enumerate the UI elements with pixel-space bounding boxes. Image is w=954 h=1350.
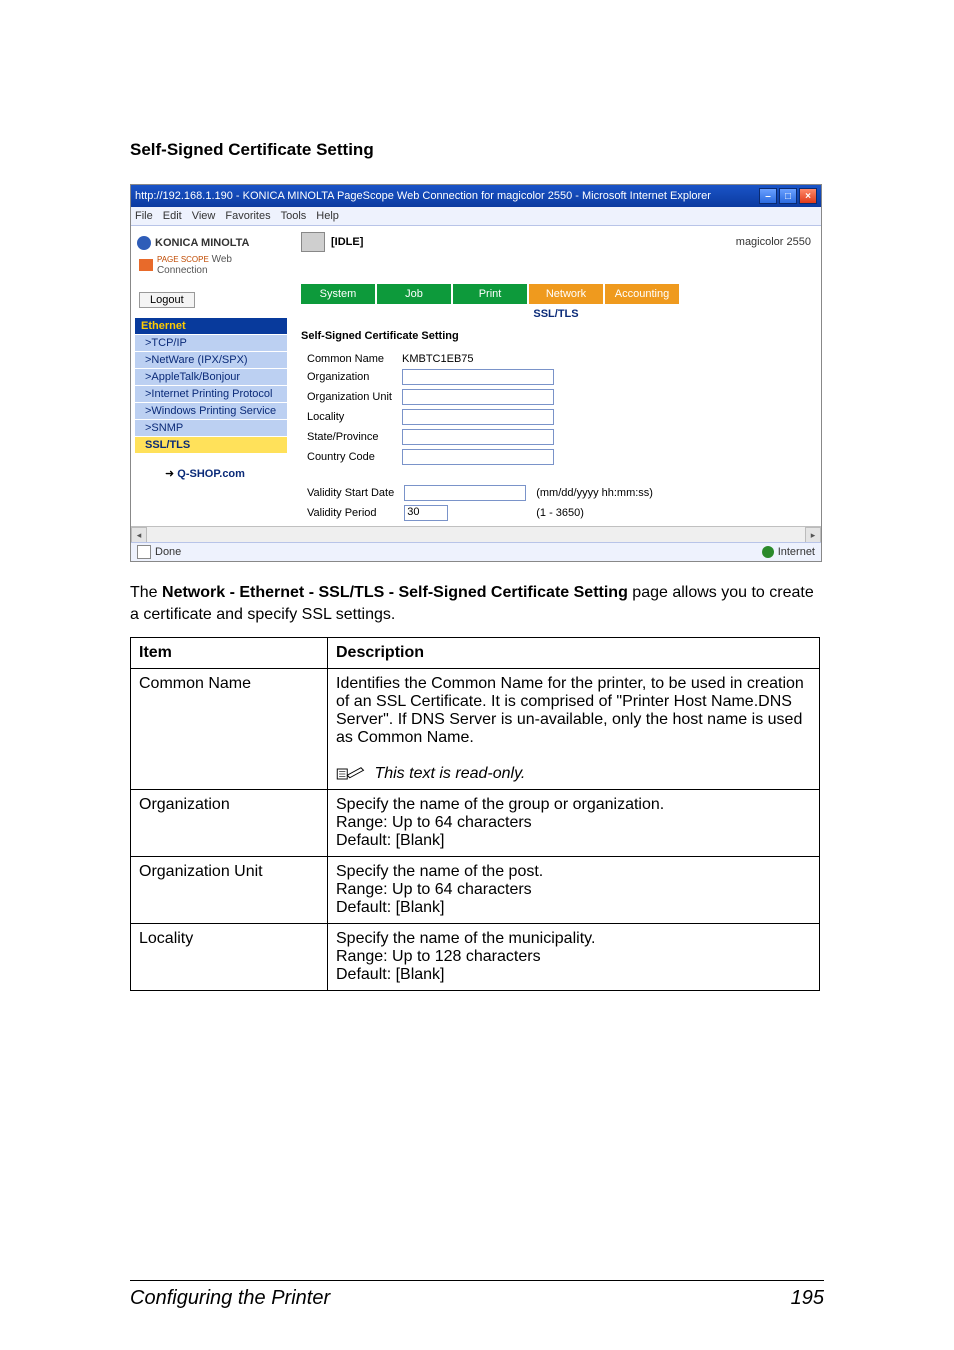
cell-desc: Identifies the Common Name for the print… <box>328 668 820 789</box>
lbl-country: Country Code <box>303 448 396 466</box>
maximize-icon[interactable]: □ <box>779 188 797 204</box>
page-number: 195 <box>791 1287 824 1310</box>
menu-help[interactable]: Help <box>316 210 339 222</box>
input-organization-unit[interactable] <box>402 389 554 405</box>
nav-ssltls[interactable]: SSL/TLS <box>135 436 287 453</box>
nav-list: Ethernet >TCP/IP >NetWare (IPX/SPX) >App… <box>135 318 287 453</box>
cell-item: Organization <box>131 789 328 856</box>
status-done: Done <box>155 546 181 558</box>
note-icon <box>336 766 366 782</box>
section-heading: Self-Signed Certificate Setting <box>130 140 824 160</box>
description-table: Item Description Common Name Identifies … <box>130 637 820 991</box>
input-country[interactable] <box>402 449 554 465</box>
cert-form: Common NameKMBTC1EB75 Organization Organ… <box>301 350 560 468</box>
qshop-link[interactable]: ➜ Q-SHOP.com <box>165 467 245 480</box>
status-zone: Internet <box>778 546 815 558</box>
browser-screenshot: http://192.168.1.190 - KONICA MINOLTA Pa… <box>130 184 822 562</box>
konica-logo-icon <box>137 236 151 250</box>
cell-desc: Specify the name of the post. Range: Up … <box>328 856 820 923</box>
top-tabs: System Job Print Network Accounting <box>301 284 811 304</box>
scroll-right-icon[interactable]: ▸ <box>805 527 821 543</box>
horizontal-scrollbar[interactable]: ◂ ▸ <box>131 526 821 543</box>
tab-system[interactable]: System <box>301 284 375 304</box>
table-row: Organization Specify the name of the gro… <box>131 789 820 856</box>
page-footer: Configuring the Printer 195 <box>130 1280 824 1310</box>
lbl-validity-start: Validity Start Date <box>303 484 398 502</box>
th-description: Description <box>328 637 820 668</box>
tab-accounting[interactable]: Accounting <box>605 284 679 304</box>
nav-netware[interactable]: >NetWare (IPX/SPX) <box>135 351 287 368</box>
lbl-state: State/Province <box>303 428 396 446</box>
menu-favorites[interactable]: Favorites <box>225 210 270 222</box>
brand-text: KONICA MINOLTA <box>155 237 250 249</box>
logout-button[interactable]: Logout <box>139 292 195 308</box>
menu-view[interactable]: View <box>192 210 216 222</box>
window-title: http://192.168.1.190 - KONICA MINOLTA Pa… <box>135 190 711 202</box>
table-row: Organization Unit Specify the name of th… <box>131 856 820 923</box>
main-area: [IDLE] magicolor 2550 System Job Print N… <box>291 226 821 542</box>
input-locality[interactable] <box>402 409 554 425</box>
cell-item: Organization Unit <box>131 856 328 923</box>
input-validity-start[interactable] <box>404 485 526 501</box>
th-item: Item <box>131 637 328 668</box>
table-row: Common Name Identifies the Common Name f… <box>131 668 820 789</box>
hint-validity-period: (1 - 3650) <box>532 504 657 522</box>
nav-snmp[interactable]: >SNMP <box>135 419 287 436</box>
lbl-locality: Locality <box>303 408 396 426</box>
pagescope-text: PAGE SCOPE Web Connection <box>157 254 285 276</box>
globe-icon <box>762 546 774 558</box>
lbl-organization-unit: Organization Unit <box>303 388 396 406</box>
status-idle: [IDLE] <box>331 236 363 248</box>
cell-desc: Specify the name of the municipality. Ra… <box>328 923 820 990</box>
menu-edit[interactable]: Edit <box>163 210 182 222</box>
tab-print[interactable]: Print <box>453 284 527 304</box>
page-icon <box>137 545 151 559</box>
nav-tcpip[interactable]: >TCP/IP <box>135 334 287 351</box>
sidebar: KONICA MINOLTA PAGE SCOPE Web Connection… <box>131 226 291 542</box>
form-heading: Self-Signed Certificate Setting <box>301 330 811 342</box>
close-icon[interactable]: × <box>799 188 817 204</box>
scroll-left-icon[interactable]: ◂ <box>131 527 147 543</box>
cell-item: Locality <box>131 923 328 990</box>
footer-title: Configuring the Printer <box>130 1287 330 1310</box>
printer-model: magicolor 2550 <box>736 236 811 248</box>
nav-windows-printing[interactable]: >Windows Printing Service <box>135 402 287 419</box>
lbl-organization: Organization <box>303 368 396 386</box>
menu-file[interactable]: File <box>135 210 153 222</box>
table-row: Locality Specify the name of the municip… <box>131 923 820 990</box>
tab-network[interactable]: Network <box>529 284 603 304</box>
input-state[interactable] <box>402 429 554 445</box>
menubar: File Edit View Favorites Tools Help <box>131 207 821 226</box>
val-common-name: KMBTC1EB75 <box>398 352 558 366</box>
page-caption: The Network - Ethernet - SSL/TLS - Self-… <box>130 582 824 627</box>
menu-tools[interactable]: Tools <box>281 210 307 222</box>
input-validity-period[interactable]: 30 <box>404 505 448 521</box>
statusbar: Done Internet <box>131 542 821 561</box>
nav-header-ethernet[interactable]: Ethernet <box>135 318 287 334</box>
window-titlebar: http://192.168.1.190 - KONICA MINOLTA Pa… <box>131 185 821 207</box>
lbl-validity-period: Validity Period <box>303 504 398 522</box>
hint-validity-start: (mm/dd/yyyy hh:mm:ss) <box>532 484 657 502</box>
nav-ipp[interactable]: >Internet Printing Protocol <box>135 385 287 402</box>
minimize-icon[interactable]: – <box>759 188 777 204</box>
tab-job[interactable]: Job <box>377 284 451 304</box>
printer-icon <box>301 232 325 252</box>
cell-desc: Specify the name of the group or organiz… <box>328 789 820 856</box>
pagescope-icon <box>139 259 153 271</box>
input-organization[interactable] <box>402 369 554 385</box>
subtab-ssltls: SSL/TLS <box>301 308 811 320</box>
cell-item: Common Name <box>131 668 328 789</box>
lbl-common-name: Common Name <box>303 352 396 366</box>
nav-appletalk[interactable]: >AppleTalk/Bonjour <box>135 368 287 385</box>
